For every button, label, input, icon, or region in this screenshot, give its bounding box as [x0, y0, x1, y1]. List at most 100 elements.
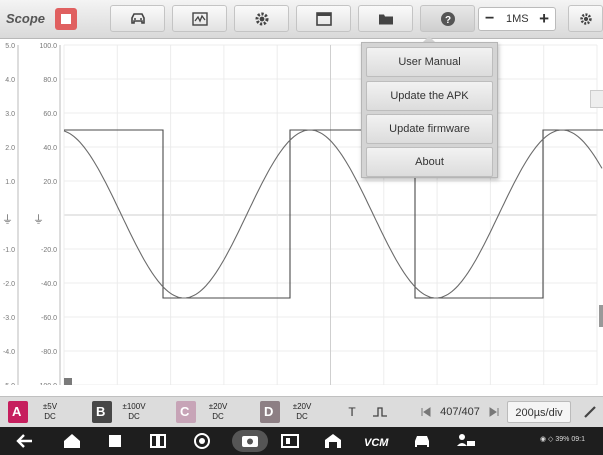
- right-axis-label: 20.0: [43, 179, 57, 186]
- left-axis-label: 1.0: [5, 179, 15, 186]
- trigger-button[interactable]: T: [343, 401, 361, 423]
- waveform-button[interactable]: [172, 5, 227, 32]
- folder-button[interactable]: [358, 5, 413, 32]
- screenshot-button[interactable]: [232, 430, 268, 452]
- wifi-icon: ◉ ◇: [540, 436, 556, 443]
- chrome-icon: [194, 433, 210, 449]
- screen-record-button[interactable]: [280, 432, 302, 450]
- x-axis-tick-label: 1.2: [381, 384, 395, 385]
- help-button[interactable]: ?: [420, 5, 475, 32]
- channel-b-square-wave: [64, 129, 603, 299]
- garage-icon: [325, 434, 341, 448]
- ground-marker-left: ⏚: [2, 213, 13, 226]
- vehicle-button[interactable]: [110, 5, 165, 32]
- home-button[interactable]: [62, 432, 84, 450]
- menu-item-update-apk[interactable]: Update the APK: [366, 81, 493, 111]
- channel-bar: A ±5V DC B ±100V DC C ±20V DC D ±20V DC T 40…: [0, 396, 603, 427]
- settings-button[interactable]: [234, 5, 289, 32]
- menu-item-user-manual[interactable]: User Manual: [366, 47, 493, 77]
- right-axis-label: -40.0: [41, 281, 57, 288]
- side-panel-handle[interactable]: [599, 305, 603, 327]
- channel-a-settings: ±5V DC: [42, 402, 58, 421]
- timediv-selector[interactable]: 200µs/div: [507, 401, 571, 423]
- channel-c-settings: ±20V DC: [208, 402, 228, 421]
- split-icon: [150, 434, 166, 448]
- skip-forward-icon: [489, 407, 499, 417]
- x-axis-tick-label: 0.6: [219, 384, 233, 385]
- timebase-control[interactable]: − 1MS +: [478, 7, 556, 31]
- channel-c-tile[interactable]: C: [176, 401, 196, 423]
- split-screen-button[interactable]: [148, 432, 170, 450]
- system-nav-bar: VCM ◉ ◇ 39% 09:1: [0, 427, 603, 455]
- menu-item-about[interactable]: About: [366, 147, 493, 177]
- right-axis-label: -20.0: [41, 247, 57, 254]
- gear-icon: [255, 12, 268, 25]
- waveform-icon: [191, 11, 208, 26]
- x-axis-tick-label: 0.4: [166, 384, 180, 385]
- home-icon: [64, 434, 80, 448]
- channel-b-settings: ±100V DC: [122, 402, 146, 421]
- channel-c-control[interactable]: C ±20V DC: [176, 401, 248, 423]
- vehicle-nav-button[interactable]: [412, 432, 434, 450]
- x-axis-tick-label: 1.4: [435, 384, 449, 385]
- vcm-button[interactable]: VCM: [362, 432, 392, 450]
- x-axis-tick-label: 1.8: [541, 384, 555, 385]
- left-axis-label: 5.0: [5, 43, 15, 50]
- screen-record-icon: [281, 434, 299, 448]
- help-dropdown-menu: User Manual Update the APK Update firmwa…: [361, 42, 498, 178]
- window-button[interactable]: [296, 5, 351, 32]
- ground-markers[interactable]: ⏚ ⏚: [2, 213, 44, 226]
- user-vehicle-button[interactable]: [456, 432, 478, 450]
- right-axis-label: 60.0: [43, 111, 57, 118]
- browser-button[interactable]: [192, 432, 214, 450]
- waveform-plot[interactable]: 5.04.03.02.01.0-1.0-2.0-3.0-4.0-5.0 100.…: [0, 40, 603, 395]
- channel-a-tile[interactable]: A: [8, 401, 28, 423]
- lightbulb-icon[interactable]: [590, 90, 603, 108]
- camera-icon: [242, 436, 258, 447]
- left-axis-label: -4.0: [3, 349, 15, 356]
- left-axis-label: 3.0: [5, 111, 15, 118]
- scope-logo: Scope: [6, 11, 46, 26]
- timebase-value: 1MS: [506, 13, 529, 25]
- back-button[interactable]: [16, 432, 38, 450]
- ground-marker-right: ⏚: [33, 213, 44, 226]
- svg-text:?: ?: [444, 15, 450, 26]
- first-frame-button[interactable]: [418, 401, 434, 423]
- probe-icon: [584, 406, 596, 418]
- x-axis-tick-label: 1.6: [488, 384, 502, 385]
- waveform-canvas[interactable]: 5.04.03.02.01.0-1.0-2.0-3.0-4.0-5.0 100.…: [0, 40, 603, 395]
- channel-b-control[interactable]: B ±100V DC: [92, 401, 164, 423]
- help-icon: ?: [440, 11, 455, 26]
- left-axis-label: 4.0: [5, 77, 15, 84]
- channel-b-tile[interactable]: B: [92, 401, 112, 423]
- recents-button[interactable]: [105, 432, 127, 450]
- channel-a-control[interactable]: A ±5V DC: [8, 401, 80, 423]
- rising-edge-icon: [373, 407, 387, 417]
- channel-a-sine-wave: [63, 129, 603, 299]
- probe-button[interactable]: [580, 401, 600, 423]
- channel-d-tile[interactable]: D: [260, 401, 280, 423]
- svg-text:VCM: VCM: [364, 437, 389, 449]
- garage-button[interactable]: [323, 432, 345, 450]
- channel-d-settings: ±20V DC: [292, 402, 312, 421]
- trigger-edge-button[interactable]: [368, 401, 392, 423]
- stop-button[interactable]: [55, 8, 77, 30]
- car-nav-icon: [415, 436, 429, 447]
- battery-clock: 39% 09:1: [555, 436, 585, 443]
- plot-grid: [17, 44, 598, 386]
- channel-d-control[interactable]: D ±20V DC: [260, 401, 332, 423]
- window-icon: [315, 11, 332, 26]
- trigger-position-marker[interactable]: [64, 378, 72, 385]
- left-axis-label: -1.0: [3, 247, 15, 254]
- last-frame-button[interactable]: [486, 401, 502, 423]
- scope-settings-button[interactable]: [568, 5, 603, 32]
- menu-item-update-firmware[interactable]: Update firmware: [366, 114, 493, 144]
- x-axis-tick-label: 0.2: [113, 384, 127, 385]
- timebase-decrease-button[interactable]: −: [485, 10, 494, 28]
- left-axis-label: -2.0: [3, 281, 15, 288]
- right-axis-label: 40.0: [43, 145, 57, 152]
- back-icon: [16, 434, 32, 448]
- right-axis-label: -60.0: [41, 315, 57, 322]
- timebase-increase-button[interactable]: +: [539, 9, 549, 29]
- x-axis-tick-label: 2.0ms: [573, 384, 600, 385]
